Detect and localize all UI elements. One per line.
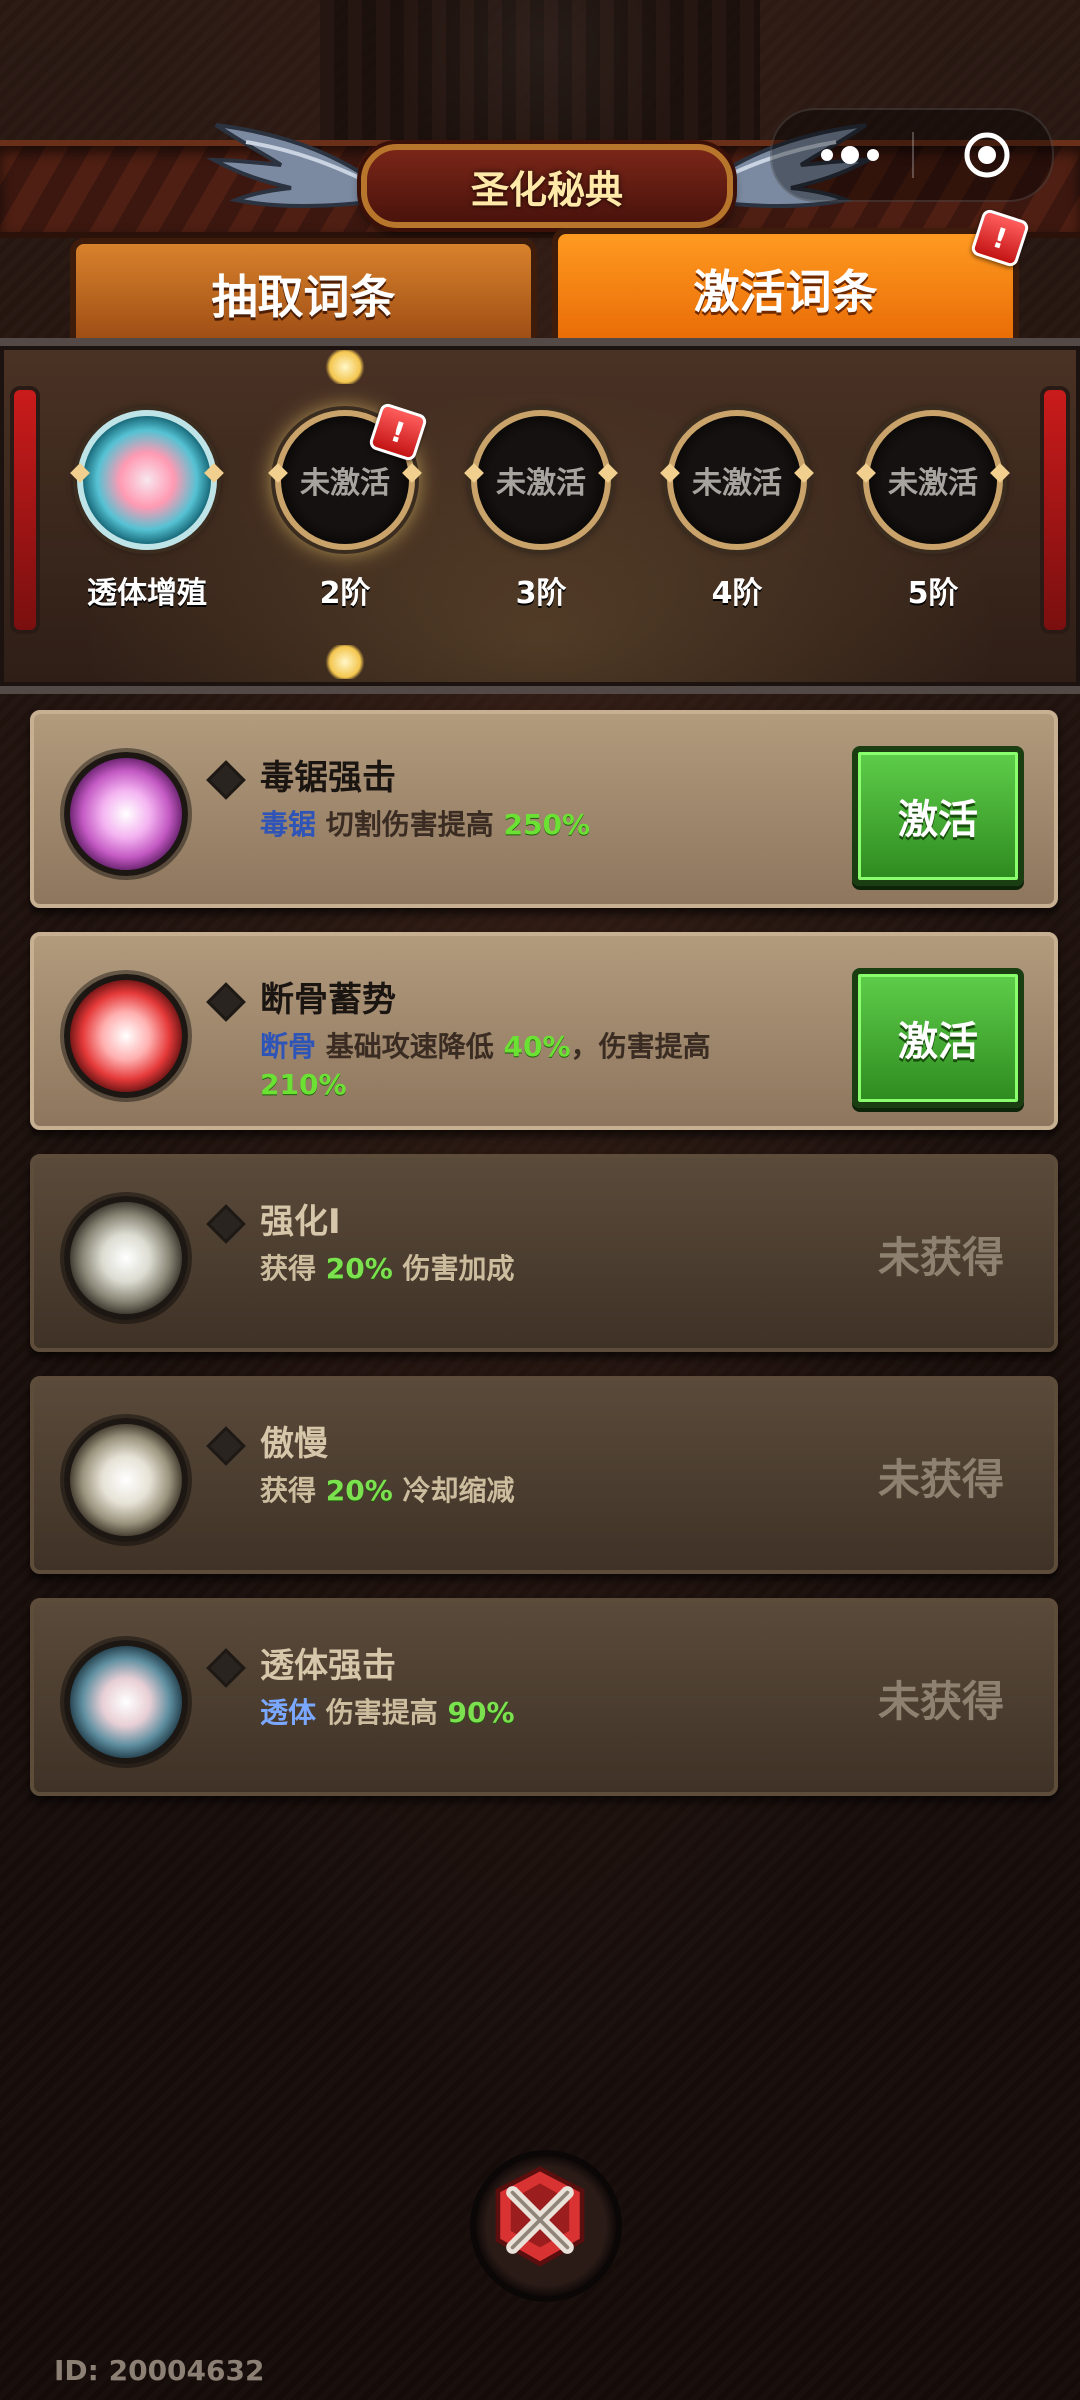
close-x-icon	[495, 2166, 585, 2267]
activate-button[interactable]: 激活	[852, 968, 1024, 1108]
diamond-bullet-icon	[206, 982, 246, 1022]
entry-orb-icon	[64, 1640, 188, 1764]
entry-name: 毒锯强击	[260, 758, 396, 798]
capsule-divider	[912, 132, 914, 178]
activate-button[interactable]: 激活	[852, 746, 1024, 886]
entry-value: 40%	[503, 1030, 571, 1063]
status-not-obtained: 未获得	[877, 1233, 1004, 1282]
tier-ring	[77, 410, 217, 550]
tier-5[interactable]: 未激活 5阶	[858, 410, 1008, 612]
page-title: 圣化秘典	[361, 144, 733, 228]
tier-ring: 未激活	[471, 410, 611, 550]
entry-card: 透体强击 透体 伤害提高 90% 未获得	[30, 1598, 1058, 1796]
entry-prefix: 获得	[260, 1474, 317, 1507]
tier-label: 4阶	[711, 576, 763, 611]
entry-value: 90%	[447, 1696, 515, 1729]
entry-description: 透体 伤害提高 90%	[260, 1694, 780, 1732]
entry-value-2: 210%	[260, 1068, 347, 1101]
more-dots-icon[interactable]	[810, 132, 890, 178]
panel-frame-left	[10, 386, 40, 634]
entry-tag: 透体	[260, 1696, 317, 1729]
entry-text: 基础攻速降低	[325, 1030, 494, 1063]
tier-glow-top	[323, 350, 367, 384]
entry-name: 傲慢	[260, 1424, 328, 1464]
status-not-obtained: 未获得	[877, 1677, 1004, 1726]
entry-name: 断骨蓄势	[260, 980, 396, 1020]
entry-value: 20%	[325, 1252, 393, 1285]
entry-prefix: 获得	[260, 1252, 317, 1285]
entry-text: 冷却缩减	[402, 1474, 515, 1507]
tier-glow-bottom	[323, 645, 367, 679]
entry-orb-icon	[64, 1196, 188, 1320]
tier-ring: 未激活	[667, 410, 807, 550]
tier-label: 2阶	[319, 576, 371, 611]
entry-card: 断骨蓄势 断骨 基础攻速降低 40%，伤害提高 210% 激活	[30, 932, 1058, 1130]
entry-text: 伤害提高	[325, 1696, 438, 1729]
tier-label: 透体增殖	[87, 576, 207, 611]
tier-3[interactable]: 未激活 3阶	[466, 410, 616, 612]
entry-name: 透体强击	[260, 1646, 396, 1686]
entry-tag: 毒锯	[260, 808, 317, 841]
entry-description: 断骨 基础攻速降低 40%，伤害提高 210%	[260, 1028, 780, 1104]
entry-card: 强化I 获得 20% 伤害加成 未获得	[30, 1154, 1058, 1352]
entry-orb-icon	[64, 974, 188, 1098]
tier-label: 3阶	[515, 576, 567, 611]
tier-label: 5阶	[907, 576, 959, 611]
entry-orb-icon	[64, 1418, 188, 1542]
diamond-bullet-icon	[206, 1204, 246, 1244]
entry-card: 毒锯强击 毒锯 切割伤害提高 250% 激活	[30, 710, 1058, 908]
tier-1[interactable]: 透体增殖	[72, 410, 222, 612]
entry-orb-icon	[64, 752, 188, 876]
mini-program-capsule	[770, 108, 1054, 202]
entry-tag: 断骨	[260, 1030, 317, 1063]
diamond-bullet-icon	[206, 760, 246, 800]
tier-ring: 未激活	[863, 410, 1003, 550]
tier-4[interactable]: 未激活 4阶	[662, 410, 812, 612]
tab-draw-entries[interactable]: 抽取词条	[70, 238, 537, 344]
entry-card: 傲慢 获得 20% 冷却缩减 未获得	[30, 1376, 1058, 1574]
diamond-bullet-icon	[206, 1648, 246, 1688]
status-not-obtained: 未获得	[877, 1455, 1004, 1504]
diamond-bullet-icon	[206, 1426, 246, 1466]
tab-activate-entries[interactable]: 激活词条	[552, 228, 1019, 344]
entry-name: 强化I	[260, 1202, 341, 1242]
entry-text-2: ，伤害提高	[570, 1030, 711, 1063]
entry-text: 切割伤害提高	[325, 808, 494, 841]
target-icon[interactable]	[962, 130, 1012, 180]
entry-text: 伤害加成	[402, 1252, 515, 1285]
entry-description: 获得 20% 冷却缩减	[260, 1472, 780, 1510]
entry-description: 毒锯 切割伤害提高 250%	[260, 806, 780, 844]
panel-frame-right	[1040, 386, 1070, 634]
entry-value: 20%	[325, 1474, 393, 1507]
player-id: ID: 20004632	[54, 2354, 265, 2387]
entry-value: 250%	[503, 808, 591, 841]
close-button[interactable]	[470, 2150, 622, 2302]
entry-description: 获得 20% 伤害加成	[260, 1250, 780, 1288]
